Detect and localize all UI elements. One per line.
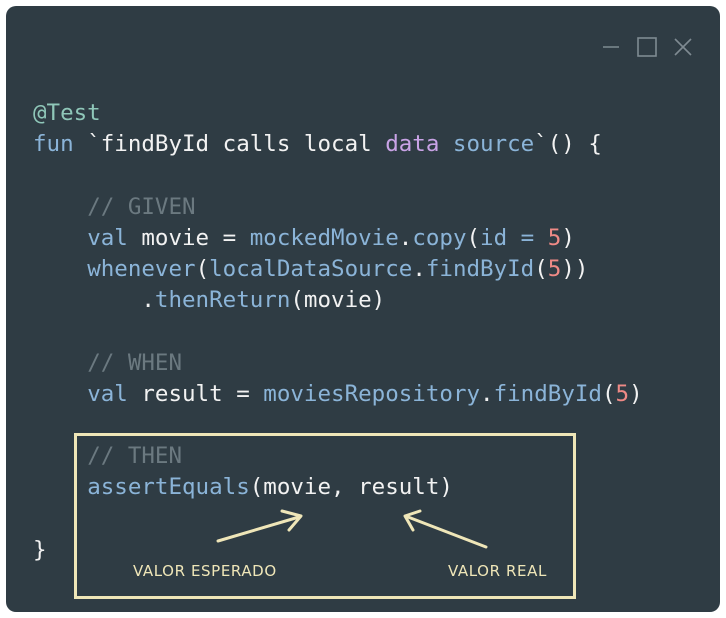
variable-token: movie = (127, 224, 250, 251)
punctuation-token: ( (534, 255, 548, 282)
variable-token: result = (127, 380, 264, 407)
number-token: 5 (547, 224, 562, 251)
punctuation-token: ( (466, 224, 481, 251)
arguments-token: (movie) (290, 287, 386, 314)
function-name-token: `findById calls local (87, 131, 386, 158)
function-name-token: source (439, 131, 535, 158)
argument-token: id = (480, 224, 548, 251)
closing-brace-token: } (33, 536, 47, 563)
punctuation-token: ) (561, 224, 575, 251)
close-icon[interactable] (672, 36, 694, 58)
code-line-9: // WHEN (33, 348, 643, 379)
comment-given: // GIVEN (87, 193, 196, 220)
number-token: 5 (547, 255, 562, 282)
code-line-4: // GIVEN (33, 192, 643, 223)
code-line-2: fun `findById calls local data source`()… (33, 129, 643, 160)
punctuation-token: ( (195, 255, 210, 282)
function-name-token: data (385, 131, 440, 158)
comment-when: // WHEN (87, 349, 183, 376)
punctuation-token: . (141, 287, 155, 314)
actual-value-label: VALOR REAL (448, 562, 547, 580)
method-token: thenReturn (154, 287, 291, 314)
annotation-token: @Test (33, 100, 101, 126)
code-line-6: whenever(localDataSource.findById(5)) (33, 254, 643, 285)
punctuation-token: ) (629, 380, 643, 407)
method-token: copy (412, 224, 467, 251)
identifier-token: mockedMovie (249, 224, 399, 251)
punctuation-token: . (480, 380, 494, 407)
punctuation-token: () { (547, 131, 602, 158)
keyword-token: val (87, 380, 128, 407)
function-call-token: whenever (87, 255, 196, 282)
code-line-10: val result = moviesRepository.findById(5… (33, 379, 643, 410)
function-name-token: ` (534, 131, 548, 158)
minimize-icon[interactable] (600, 36, 622, 58)
code-line-7: .thenReturn(movie) (33, 285, 643, 316)
identifier-token: moviesRepository (263, 380, 481, 407)
keyword-token: fun (33, 131, 74, 158)
keyword-token: val (87, 224, 128, 251)
method-token: findById (493, 380, 602, 407)
method-token: findById (425, 255, 535, 282)
expected-value-label: VALOR ESPERADO (133, 562, 277, 580)
punctuation-token: . (398, 224, 413, 251)
code-line-5: val movie = mockedMovie.copy(id = 5) (33, 223, 643, 254)
window-controls (600, 36, 694, 58)
maximize-icon[interactable] (636, 36, 658, 58)
identifier-token: localDataSource (209, 255, 413, 282)
punctuation-token: . (412, 255, 426, 282)
number-token: 5 (615, 380, 630, 407)
code-line-1: @Test (33, 98, 643, 129)
code-window: @Test fun `findById calls local data sour… (6, 6, 720, 612)
punctuation-token: )) (561, 255, 589, 282)
punctuation-token: ( (601, 380, 616, 407)
